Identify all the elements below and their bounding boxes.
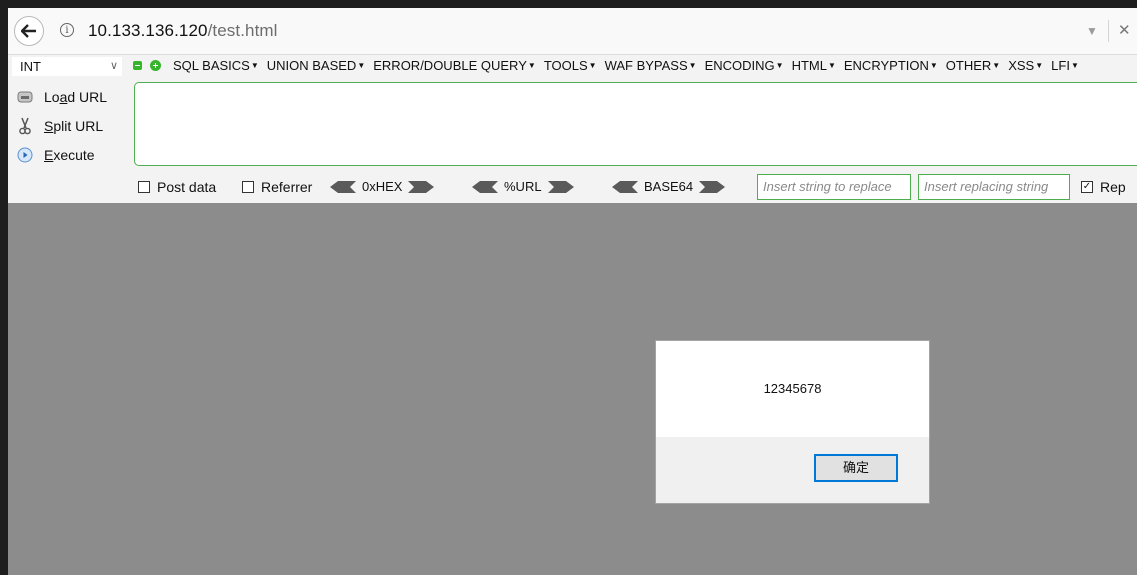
caret-down-icon: ▼ bbox=[929, 61, 938, 70]
split-url-label: Split URL bbox=[44, 118, 104, 134]
execute-button[interactable]: Execute bbox=[16, 144, 95, 166]
arrow-left-icon[interactable] bbox=[330, 180, 356, 193]
page-content bbox=[8, 203, 1137, 575]
replace-all-box[interactable]: ✓ bbox=[1081, 181, 1093, 193]
post-data-checkbox[interactable]: Post data bbox=[138, 179, 216, 195]
menu-item[interactable]: LFI▼ bbox=[1047, 58, 1083, 73]
menu-item-label: WAF BYPASS bbox=[604, 58, 688, 73]
replacing-string-input[interactable]: Insert replacing string bbox=[918, 174, 1070, 200]
alert-message: 12345678 bbox=[763, 381, 822, 396]
back-button[interactable] bbox=[14, 16, 44, 46]
arrow-right-icon[interactable] bbox=[408, 180, 435, 193]
type-select-value: INT bbox=[20, 59, 41, 74]
menu-items: SQL BASICS▼ UNION BASED▼ ERROR/DOUBLE QUER… bbox=[169, 58, 1083, 73]
post-data-label: Post data bbox=[157, 179, 217, 195]
caret-down-icon: ▼ bbox=[775, 61, 784, 70]
chevron-down-icon: ∨ bbox=[109, 60, 118, 72]
caret-down-icon: ▼ bbox=[992, 61, 1001, 70]
menu-item[interactable]: WAF BYPASS▼ bbox=[601, 58, 701, 73]
url-path: /test.html bbox=[207, 21, 278, 40]
hackbar-menubar: INT ∨ SQL BASICS▼ UNION BASED▼ ERROR/DOUBL… bbox=[8, 55, 1137, 79]
load-url-button[interactable]: Load URL bbox=[16, 86, 107, 108]
load-url-icon bbox=[16, 88, 34, 106]
replace-string-input[interactable]: Insert string to replace bbox=[757, 174, 911, 200]
menu-item-label: TOOLS bbox=[543, 58, 588, 73]
menu-item-label: LFI bbox=[1051, 58, 1070, 73]
arrow-right-icon[interactable] bbox=[699, 180, 726, 193]
menu-item-label: XSS bbox=[1008, 58, 1035, 73]
url-divider bbox=[1108, 20, 1109, 42]
caret-down-icon: ▼ bbox=[827, 61, 836, 70]
scissors-icon bbox=[16, 117, 34, 135]
base64-label: BASE64 bbox=[644, 179, 694, 194]
menu-item-label: OTHER bbox=[945, 58, 992, 73]
caret-down-icon: ▼ bbox=[688, 61, 697, 70]
back-arrow-icon bbox=[21, 24, 36, 38]
menu-item-label: UNION BASED bbox=[266, 58, 357, 73]
menu-item[interactable]: ENCODING▼ bbox=[701, 58, 788, 73]
alert-dialog: 12345678 确定 bbox=[655, 340, 930, 504]
referrer-box[interactable] bbox=[242, 181, 254, 193]
post-data-box[interactable] bbox=[138, 181, 150, 193]
menu-item-label: HTML bbox=[791, 58, 827, 73]
url-bar: i 10.133.136.120/test.html ▼ ✕ bbox=[8, 8, 1137, 55]
menu-item[interactable]: ERROR/DOUBLE QUERY▼ bbox=[369, 58, 540, 73]
url-textarea[interactable] bbox=[134, 82, 1137, 166]
url-host: 10.133.136.120 bbox=[88, 21, 208, 40]
hex-encode-group: 0xHEX bbox=[330, 179, 435, 194]
url-enc-label: %URL bbox=[504, 179, 542, 194]
url-dropdown-icon[interactable]: ▼ bbox=[1086, 24, 1098, 38]
menu-item-label: SQL BASICS bbox=[173, 58, 250, 73]
menu-item[interactable]: ENCRYPTION▼ bbox=[840, 58, 942, 73]
referrer-label: Referrer bbox=[261, 179, 313, 195]
split-url-button[interactable]: Split URL bbox=[16, 115, 103, 137]
address-field[interactable]: 10.133.136.120/test.html bbox=[88, 21, 278, 41]
menu-item-label: ENCODING bbox=[704, 58, 775, 73]
base64-encode-group: BASE64 bbox=[612, 179, 726, 194]
caret-down-icon: ▼ bbox=[527, 61, 536, 70]
arrow-left-icon[interactable] bbox=[612, 180, 638, 193]
info-icon[interactable]: i bbox=[60, 23, 74, 37]
menu-item-label: ERROR/DOUBLE QUERY bbox=[373, 58, 527, 73]
execute-label: Execute bbox=[44, 147, 95, 163]
menu-item[interactable]: UNION BASED▼ bbox=[263, 58, 370, 73]
plus-icon[interactable] bbox=[150, 60, 161, 71]
close-icon[interactable]: ✕ bbox=[1118, 21, 1131, 39]
type-select[interactable]: INT ∨ bbox=[12, 57, 122, 76]
menu-item[interactable]: XSS▼ bbox=[1004, 58, 1047, 73]
minus-icon[interactable] bbox=[133, 61, 142, 70]
url-encode-group: %URL bbox=[472, 179, 574, 194]
caret-down-icon: ▼ bbox=[1035, 61, 1044, 70]
ok-button[interactable]: 确定 bbox=[814, 454, 898, 482]
play-icon bbox=[16, 146, 34, 164]
menu-item-label: ENCRYPTION bbox=[843, 58, 929, 73]
load-url-label: Load URL bbox=[44, 89, 108, 105]
caret-down-icon: ▼ bbox=[588, 61, 597, 70]
menu-item[interactable]: HTML▼ bbox=[788, 58, 840, 73]
referrer-checkbox[interactable]: Referrer bbox=[242, 179, 312, 195]
replace-all-checkbox[interactable]: ✓ Rep bbox=[1081, 179, 1126, 195]
caret-down-icon: ▼ bbox=[250, 61, 259, 70]
arrow-right-icon[interactable] bbox=[547, 180, 574, 193]
caret-down-icon: ▼ bbox=[1070, 61, 1079, 70]
menu-item[interactable]: SQL BASICS▼ bbox=[169, 58, 263, 73]
hex-label: 0xHEX bbox=[362, 179, 403, 194]
caret-down-icon: ▼ bbox=[357, 61, 366, 70]
menu-item[interactable]: OTHER▼ bbox=[942, 58, 1004, 73]
options-row: Post data Referrer 0xHEX %URL BASE64 Ins… bbox=[8, 171, 1137, 203]
arrow-left-icon[interactable] bbox=[472, 180, 498, 193]
replace-all-label: Rep bbox=[1100, 179, 1126, 195]
alert-footer: 确定 bbox=[656, 437, 929, 503]
browser-window: i 10.133.136.120/test.html ▼ ✕ INT ∨ SQL… bbox=[8, 8, 1137, 575]
menu-item[interactable]: TOOLS▼ bbox=[540, 58, 601, 73]
